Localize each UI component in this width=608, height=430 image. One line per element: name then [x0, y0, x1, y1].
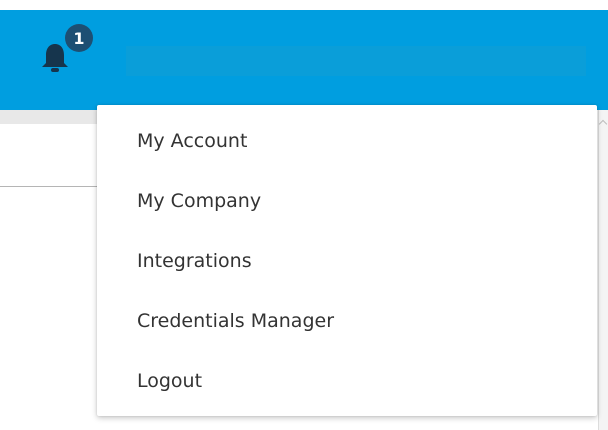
menu-item-my-company[interactable]: My Company	[97, 171, 597, 231]
menu-item-my-account[interactable]: My Account	[97, 111, 597, 171]
notification-count-badge: 1	[65, 24, 93, 52]
menu-item-integrations[interactable]: Integrations	[97, 231, 597, 291]
content-divider	[0, 186, 97, 187]
user-dropdown-menu: My Account My Company Integrations Crede…	[97, 105, 597, 416]
notifications-button[interactable]: 1	[30, 24, 100, 88]
menu-item-logout[interactable]: Logout	[97, 351, 597, 411]
bell-icon	[42, 44, 68, 72]
header-search-area[interactable]	[126, 46, 586, 76]
sub-header-band	[0, 110, 97, 124]
top-header-bar: 1	[0, 10, 608, 110]
scrollbar[interactable]	[598, 110, 608, 430]
menu-item-credentials-manager[interactable]: Credentials Manager	[97, 291, 597, 351]
page: 1 My Account My Company Integrations Cre…	[0, 0, 608, 430]
